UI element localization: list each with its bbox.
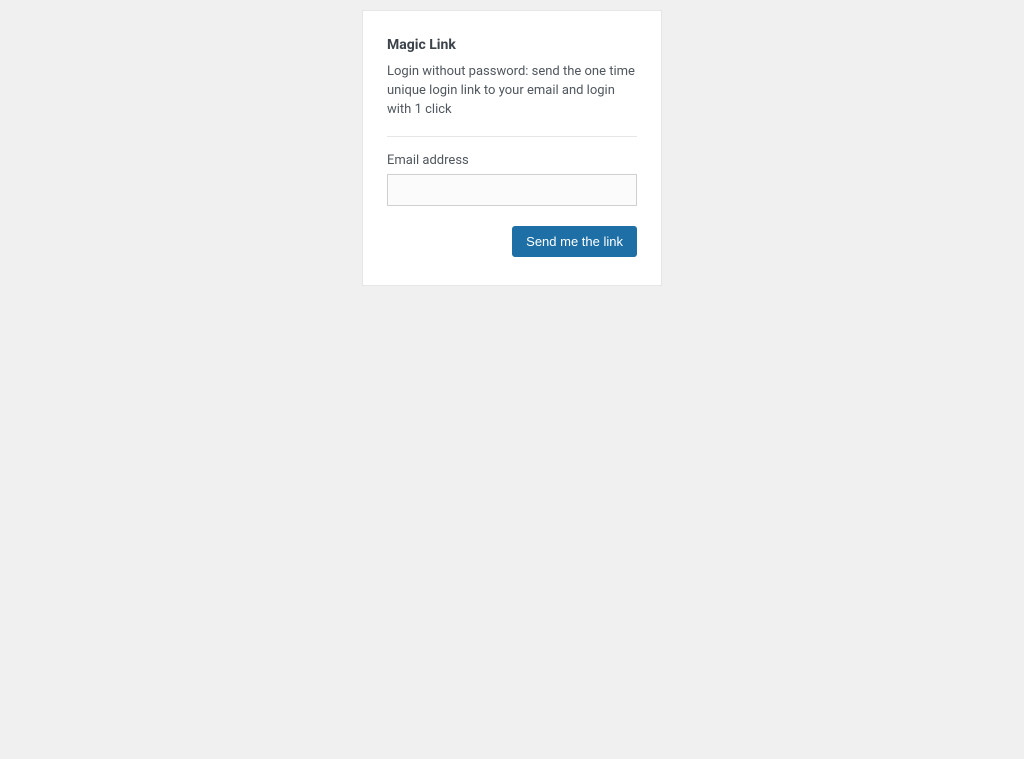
form-actions: Send me the link — [387, 226, 637, 257]
send-link-button[interactable]: Send me the link — [512, 226, 637, 257]
divider — [387, 136, 637, 137]
email-input[interactable] — [387, 174, 637, 206]
magic-link-card: Magic Link Login without password: send … — [362, 10, 662, 286]
card-description: Login without password: send the one tim… — [387, 63, 637, 120]
card-title: Magic Link — [387, 37, 637, 53]
email-label: Email address — [387, 153, 637, 168]
